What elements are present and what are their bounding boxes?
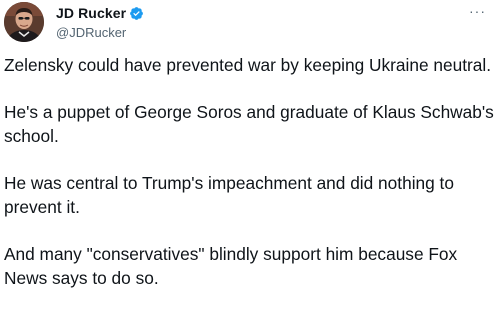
more-options-icon[interactable]: ··· — [469, 4, 486, 18]
verified-badge-icon — [129, 6, 144, 21]
name-row: JD Rucker — [56, 4, 144, 22]
author-display-name[interactable]: JD Rucker — [56, 5, 126, 21]
tweet-header: JD Rucker @JDRucker ··· — [4, 2, 496, 42]
author-identity: JD Rucker @JDRucker — [56, 4, 144, 40]
tweet-paragraph-4: And many "conservatives" blindly support… — [4, 244, 458, 288]
tweet-text: Zelensky could have prevented war by kee… — [4, 53, 496, 313]
tweet-card: JD Rucker @JDRucker ··· Zelensky could h… — [0, 0, 500, 329]
avatar-image — [4, 2, 44, 42]
tweet-paragraph-3: He was central to Trump's impeachment an… — [4, 173, 454, 217]
author-handle[interactable]: @JDRucker — [56, 25, 144, 40]
avatar[interactable] — [4, 2, 44, 42]
tweet-paragraph-2: He's a puppet of George Soros and gradua… — [4, 102, 494, 146]
tweet-paragraph-1: Zelensky could have prevented war by kee… — [4, 55, 492, 75]
